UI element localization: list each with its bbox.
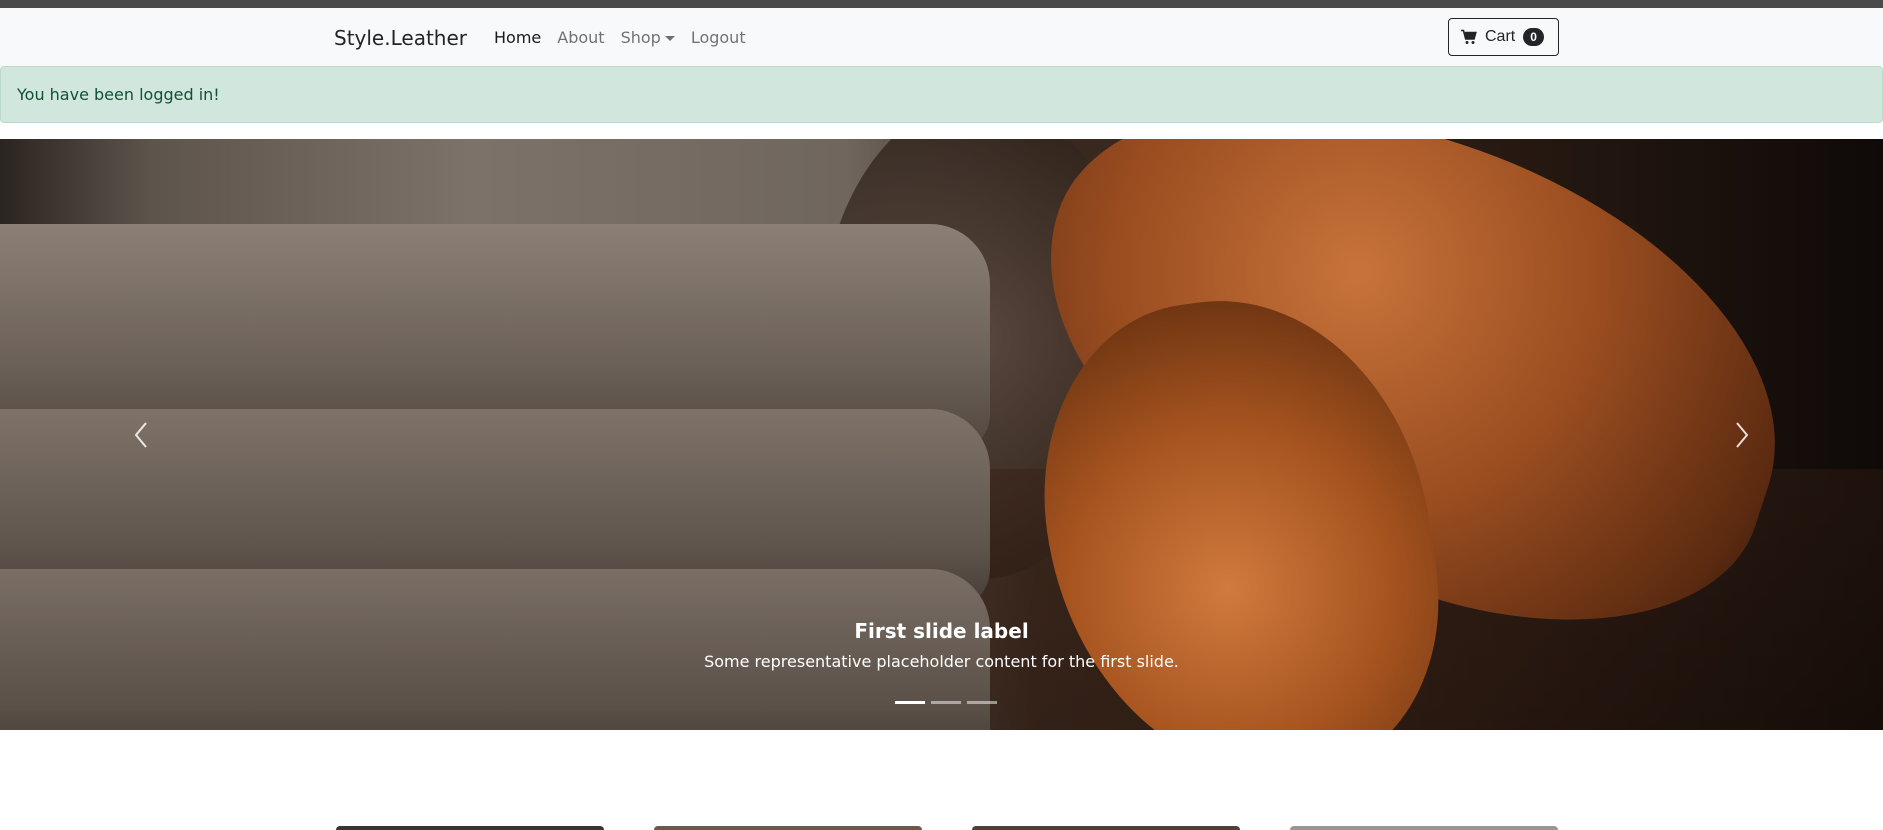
cart-label: Cart	[1485, 28, 1516, 45]
product-card[interactable]	[654, 826, 922, 830]
nav-links: Home About Shop Logout	[494, 28, 762, 47]
alert-message: You have been logged in!	[17, 85, 220, 104]
chevron-right-icon	[1736, 421, 1749, 448]
product-card[interactable]	[336, 826, 604, 830]
carousel-indicator-1[interactable]	[895, 701, 925, 704]
brand-logo[interactable]: Style.Leather	[334, 26, 467, 50]
login-success-alert: You have been logged in!	[0, 66, 1883, 123]
nav-about[interactable]: About	[557, 28, 604, 47]
cart-button[interactable]: Cart 0	[1448, 18, 1559, 56]
cart-icon	[1461, 29, 1477, 44]
nav-logout[interactable]: Logout	[691, 28, 746, 47]
carousel-indicator-3[interactable]	[967, 701, 997, 704]
cart-count-badge: 0	[1523, 28, 1544, 46]
product-cards-row	[0, 826, 1883, 830]
product-card[interactable]	[1290, 826, 1558, 830]
top-strip	[0, 0, 1883, 8]
slide-caption-text: Some representative placeholder content …	[704, 652, 1179, 671]
chevron-left-icon	[134, 421, 147, 448]
nav-shop-dropdown[interactable]: Shop	[621, 28, 675, 47]
carousel-indicator-2[interactable]	[931, 701, 961, 704]
nav-home[interactable]: Home	[494, 28, 541, 47]
navbar: Style.Leather Home About Shop Logout Car…	[0, 8, 1883, 66]
caret-down-icon	[664, 36, 675, 41]
hero-carousel: First slide label Some representative pl…	[0, 139, 1883, 730]
nav-shop-label: Shop	[620, 28, 661, 47]
carousel-indicators	[895, 701, 997, 704]
slide-caption-title: First slide label	[854, 619, 1029, 643]
product-card[interactable]	[972, 826, 1240, 830]
